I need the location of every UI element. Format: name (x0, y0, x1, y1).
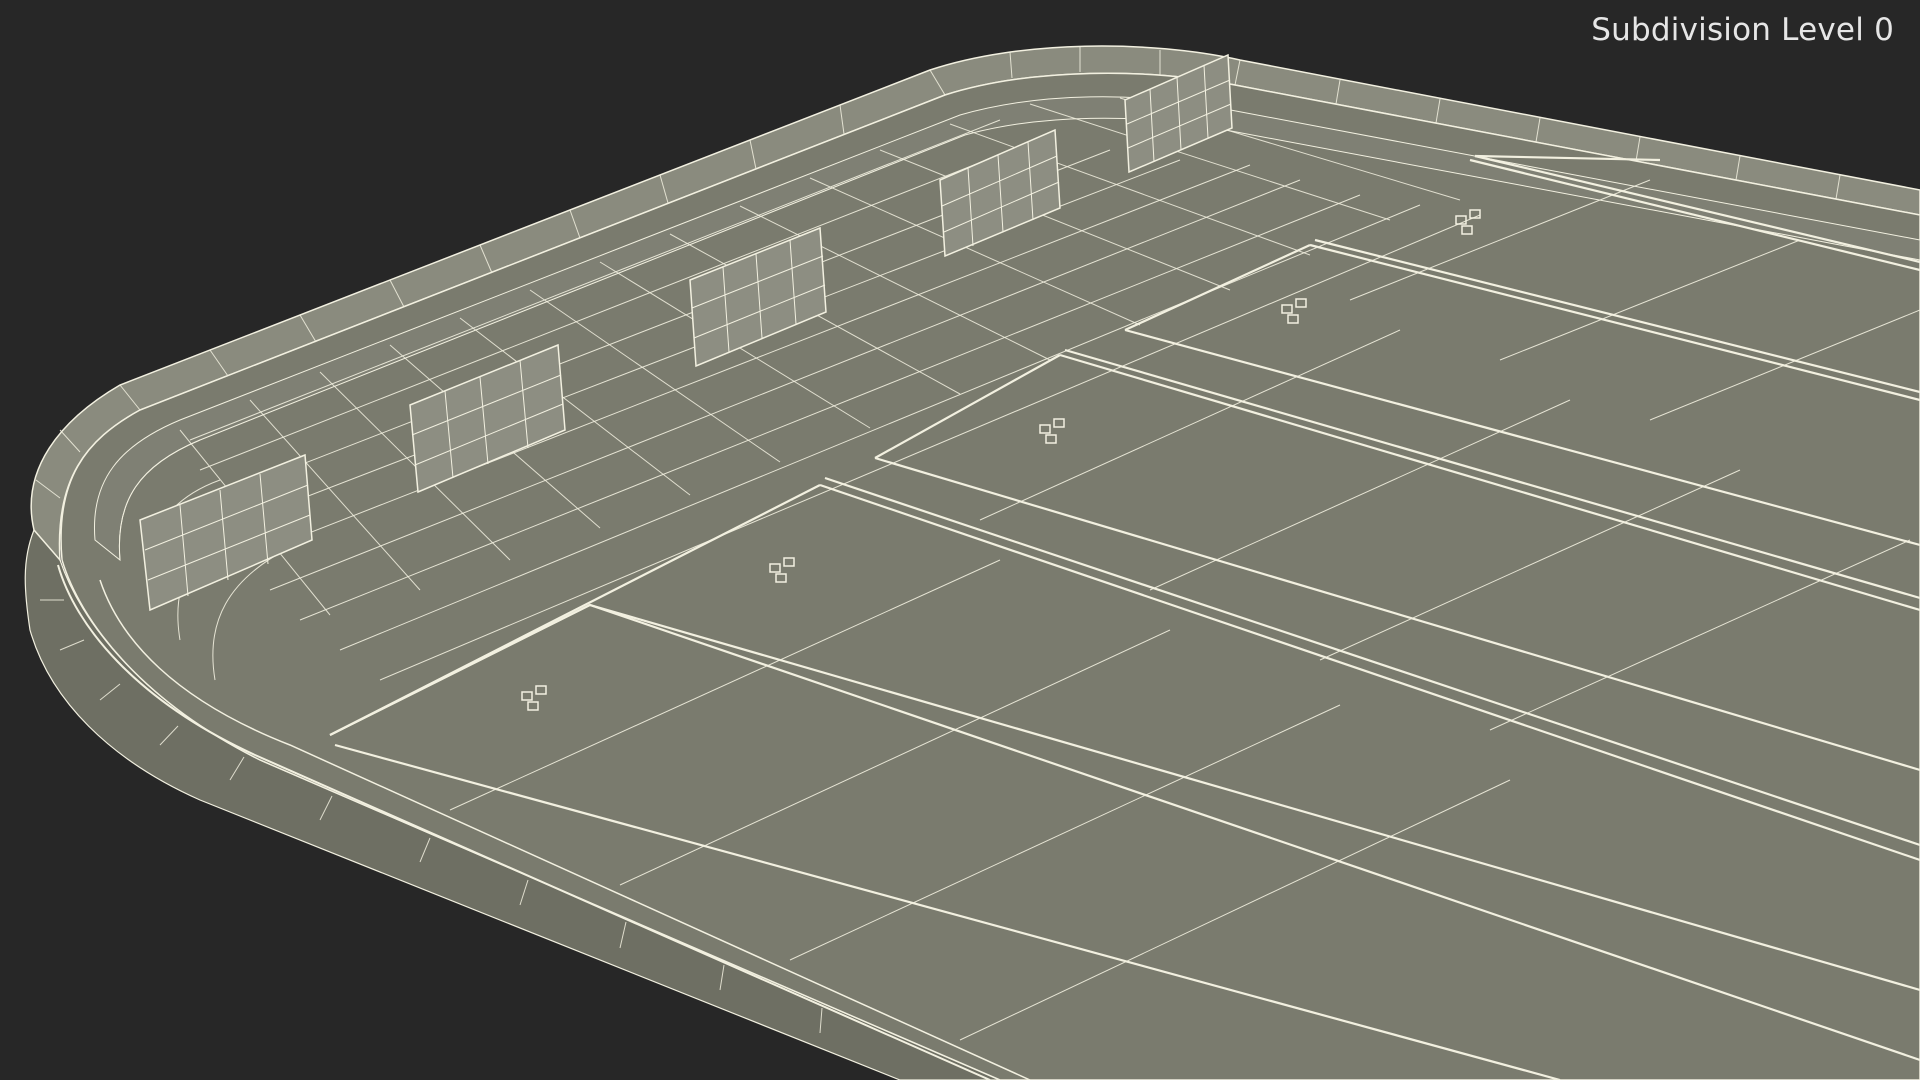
wireframe-render (24, 45, 1920, 1080)
subdivision-level-label: Subdivision Level 0 (1591, 12, 1894, 48)
3d-viewport[interactable]: Subdivision Level 0 (0, 0, 1920, 1080)
